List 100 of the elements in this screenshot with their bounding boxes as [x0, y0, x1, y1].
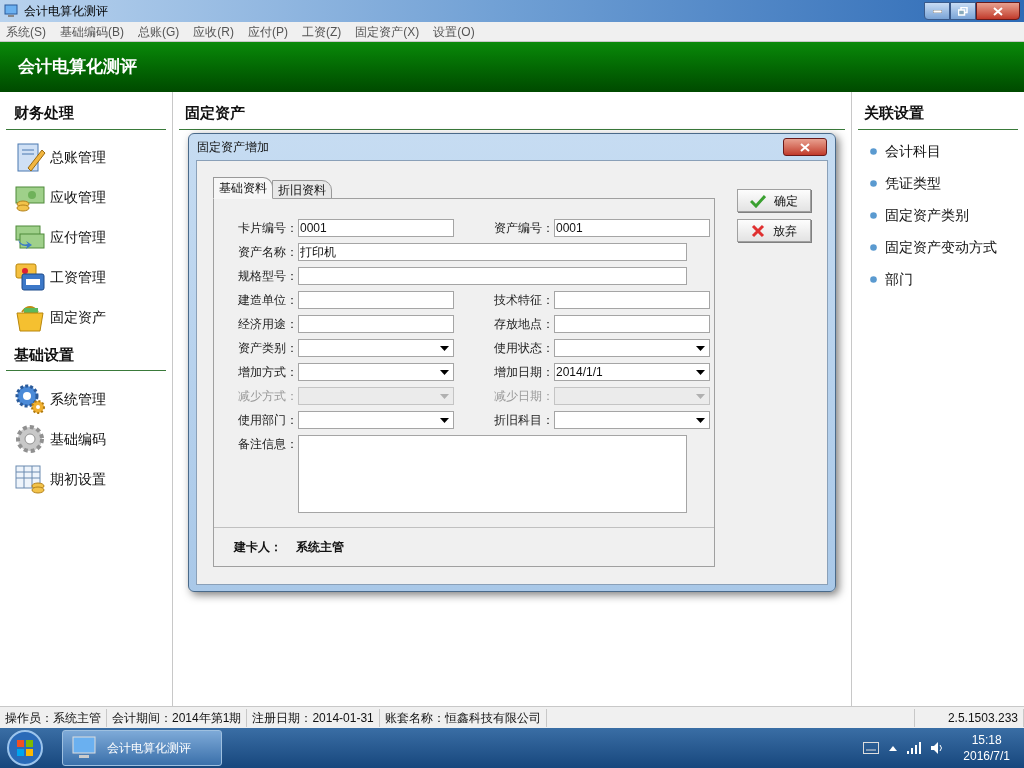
tab[interactable]: 基础资料 [213, 177, 273, 199]
field-label: 建造单位： [237, 292, 298, 309]
field-label: 卡片编号： [237, 220, 298, 237]
section-title: 财务处理 [6, 102, 166, 130]
signal-icon [907, 742, 922, 754]
dropdown-field[interactable] [298, 387, 454, 405]
menu-item[interactable]: 系统(S) [6, 22, 46, 41]
related-link[interactable]: 部门 [885, 269, 913, 290]
section-title: 关联设置 [858, 102, 1018, 130]
field-label: 资产类别： [237, 340, 298, 357]
nav-item[interactable]: 应付管理 [6, 217, 166, 258]
chevron-up-icon [889, 745, 898, 751]
status-text: 操作员：系统主管 [0, 708, 107, 727]
window-title: 会计电算化测评 [24, 3, 109, 20]
menu-item[interactable]: 基础编码(B) [60, 22, 124, 41]
minimize-button[interactable] [924, 2, 950, 20]
status-text: 2.5.1503.233 [914, 708, 1024, 727]
menu-item[interactable]: 工资(Z) [302, 22, 342, 41]
close-button[interactable] [783, 138, 827, 156]
cross-icon [751, 223, 765, 238]
bullet-icon [870, 244, 877, 251]
dialog-button[interactable]: 放弃 [737, 219, 811, 242]
menu-item[interactable]: 设置(O) [433, 22, 475, 41]
dropdown-field[interactable] [554, 387, 710, 405]
section-title: 基础设置 [6, 343, 166, 371]
bullet-icon [870, 180, 877, 187]
nav-item[interactable]: 应收管理 [6, 177, 166, 218]
related-link[interactable]: 固定资产类别 [885, 205, 969, 226]
menu-item[interactable]: 总账(G) [138, 22, 180, 41]
nav-item[interactable]: 固定资产 [6, 297, 166, 338]
notebook-pencil-icon [14, 141, 46, 174]
text-field[interactable]: 0001 [554, 219, 710, 237]
nav-item[interactable]: 系统管理 [6, 379, 166, 419]
dropdown-caret-icon [696, 369, 705, 375]
panel-title: 固定资产 [179, 102, 845, 130]
maximize-button[interactable] [950, 2, 976, 20]
notes-field[interactable] [298, 435, 687, 513]
dialog-button[interactable]: 确定 [737, 189, 811, 212]
field-label: 折旧科目： [493, 412, 554, 429]
monitor-icon [71, 735, 97, 761]
nav-item[interactable]: 期初设置 [6, 459, 166, 499]
start-orb-icon [6, 729, 44, 767]
keyboard-icon [863, 742, 880, 754]
nav-item[interactable]: 基础编码 [6, 419, 166, 459]
app-header-title: 会计电算化测评 [18, 56, 137, 79]
text-field[interactable] [298, 291, 454, 309]
field-label: 使用部门： [237, 412, 298, 429]
status-text: 账套名称：恒鑫科技有限公司 [379, 708, 547, 727]
creator-label: 建卡人： [234, 539, 282, 556]
dropdown-caret-icon [696, 417, 705, 423]
bullet-icon [870, 212, 877, 219]
menu-item[interactable]: 应收(R) [193, 22, 234, 41]
text-field[interactable] [298, 315, 454, 333]
field-label: 资产编号： [493, 220, 554, 237]
dropdown-caret-icon [440, 369, 449, 375]
field-label: 减少日期： [493, 388, 554, 405]
text-field[interactable] [298, 267, 687, 285]
close-icon [800, 142, 810, 152]
status-text: 注册日期：2014-01-31 [247, 708, 380, 727]
text-field[interactable]: 打印机 [298, 243, 687, 261]
status-text: 会计期间：2014年第1期 [107, 708, 248, 727]
related-link[interactable]: 凭证类型 [885, 173, 941, 194]
dropdown-caret-icon [440, 393, 449, 399]
nav-item[interactable]: 总账管理 [6, 137, 166, 178]
bullet-icon [870, 276, 877, 283]
field-label: 资产名称： [237, 244, 298, 261]
dropdown-field[interactable] [298, 339, 454, 357]
gears-icon [14, 383, 46, 415]
close-icon [993, 6, 1003, 16]
dialog-title: 固定资产增加 [197, 139, 269, 156]
dropdown-field[interactable] [554, 411, 710, 429]
dropdown-field[interactable] [298, 363, 454, 381]
dropdown-caret-icon [696, 345, 705, 351]
dropdown-field[interactable] [554, 339, 710, 357]
field-label: 存放地点： [493, 316, 554, 333]
gear-icon [14, 423, 46, 455]
field-label: 经济用途： [237, 316, 298, 333]
clock-time: 15:18 [971, 732, 1002, 748]
field-label: 规格型号： [237, 268, 298, 285]
close-button[interactable] [976, 2, 1020, 20]
nav-item[interactable]: 工资管理 [6, 257, 166, 298]
related-link[interactable]: 会计科目 [885, 141, 941, 162]
restore-icon [958, 6, 968, 16]
text-field[interactable] [554, 291, 710, 309]
clock-date: 2016/7/1 [963, 748, 1010, 764]
dropdown-caret-icon [440, 345, 449, 351]
dropdown-field[interactable] [298, 411, 454, 429]
related-link[interactable]: 固定资产变动方式 [885, 237, 997, 258]
menu-item[interactable]: 固定资产(X) [355, 22, 420, 41]
text-field[interactable] [554, 315, 710, 333]
dropdown-field[interactable]: 2014/1/1 [554, 363, 710, 381]
field-label: 使用状态： [493, 340, 554, 357]
menu-item[interactable]: 应付(P) [248, 22, 288, 41]
check-icon [750, 193, 766, 208]
field-label: 技术特征： [493, 292, 554, 309]
bullet-icon [870, 148, 877, 155]
field-label: 备注信息： [237, 436, 298, 453]
minimize-icon [932, 9, 942, 13]
field-label: 减少方式： [237, 388, 298, 405]
text-field[interactable]: 0001 [298, 219, 454, 237]
